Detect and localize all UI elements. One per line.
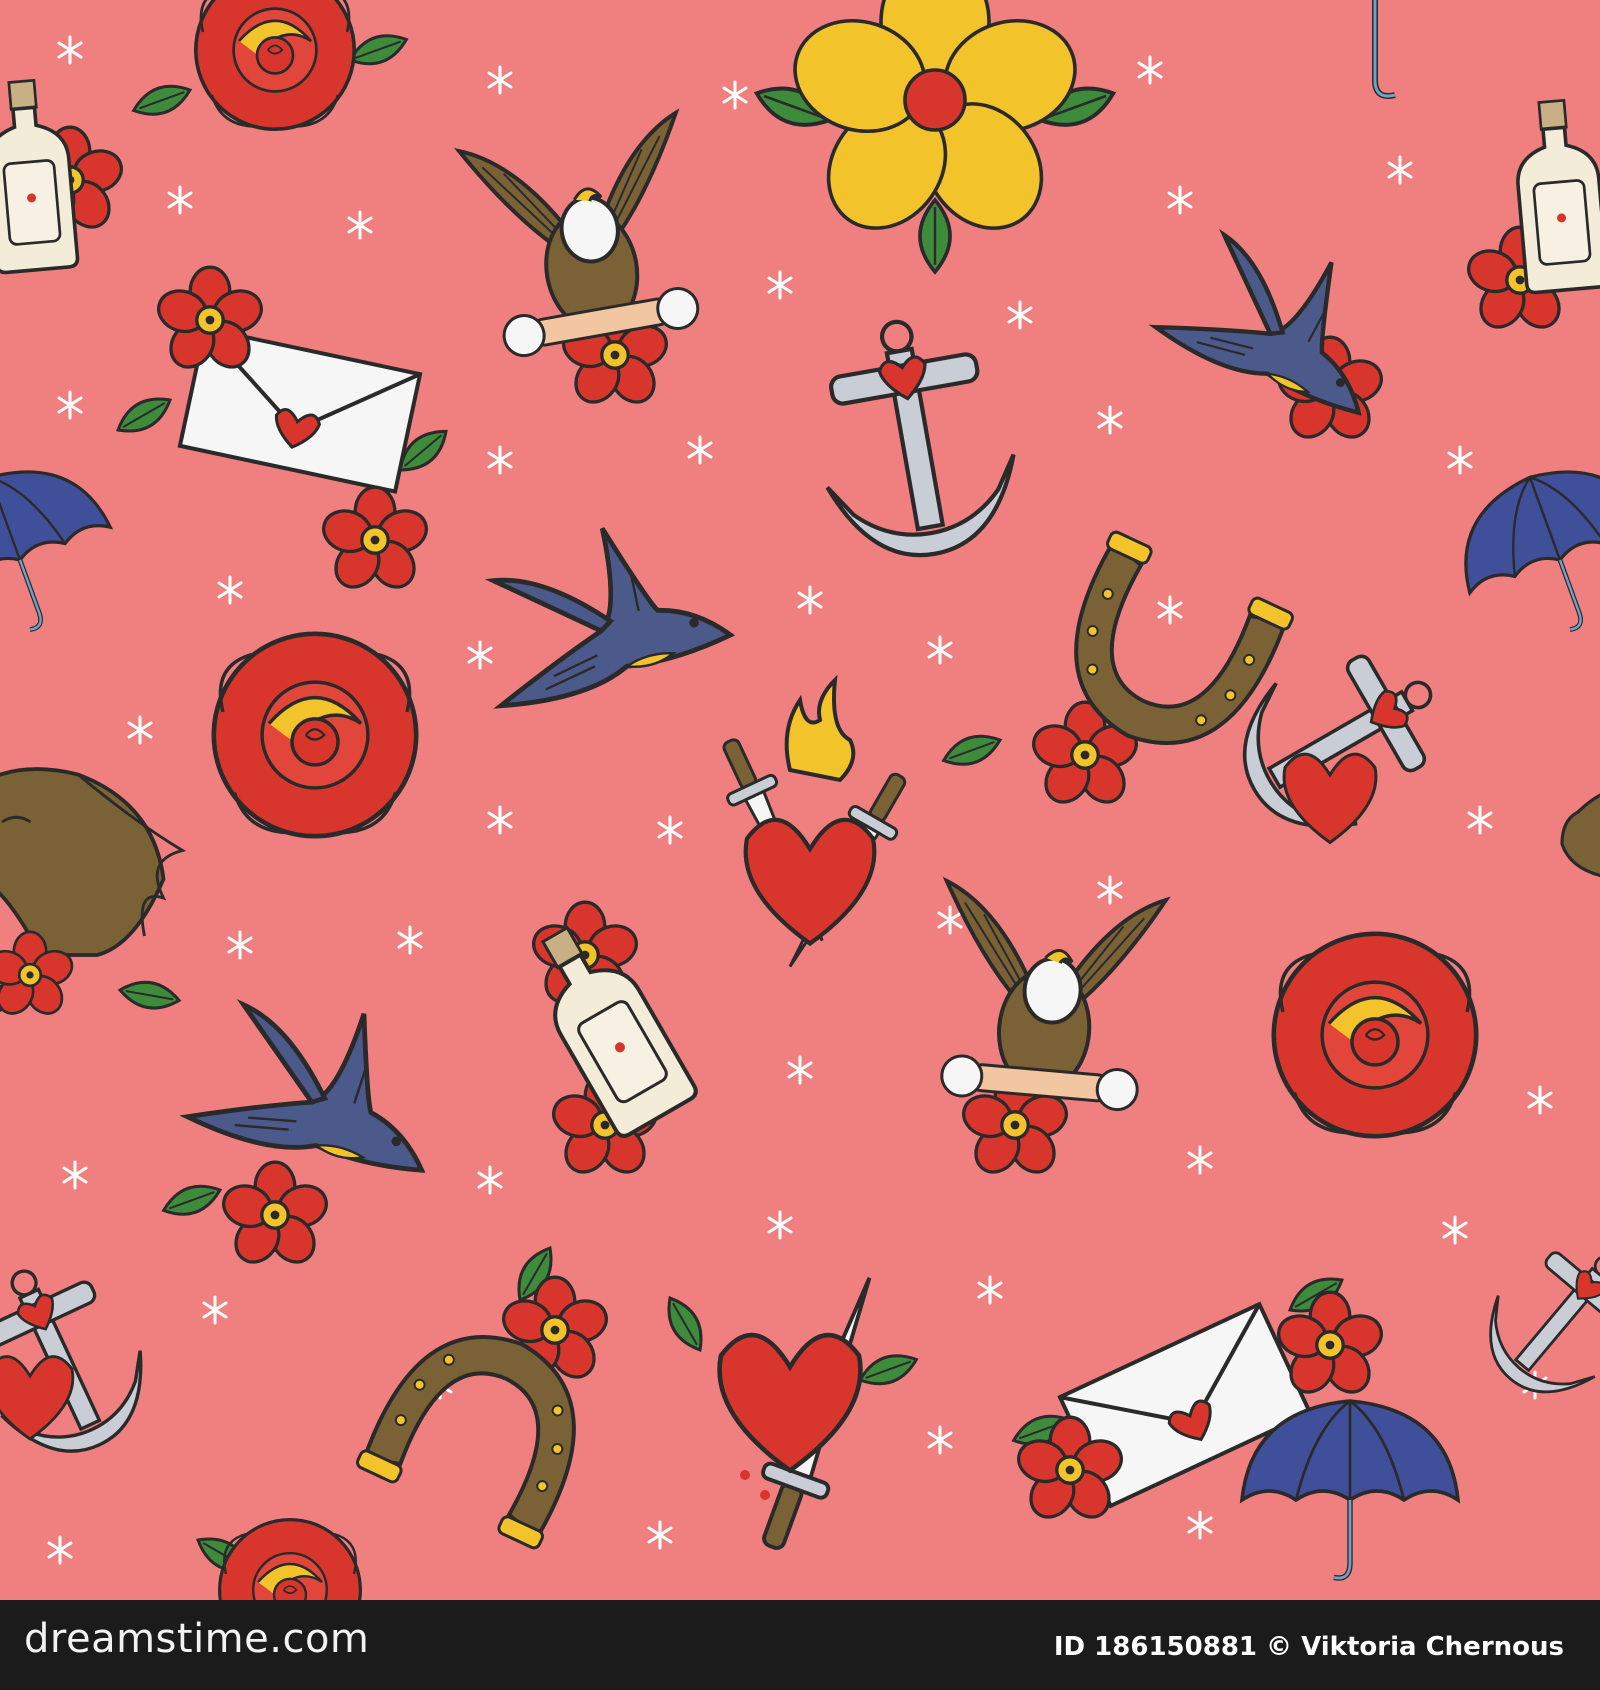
bottle-message-motif	[0, 76, 80, 275]
yellow-flower-motif	[749, 0, 1121, 274]
flaming-heart-motif	[704, 674, 925, 982]
umbrella-motif	[0, 444, 134, 658]
rose-motif	[214, 634, 416, 836]
rose-motif	[127, 0, 413, 131]
umbrella-motif	[1242, 1401, 1458, 1578]
horse-head-motif	[1560, 781, 1600, 942]
swallow-motif	[456, 500, 731, 719]
umbrella-motif	[1372, 0, 1396, 99]
horse-head-motif	[0, 767, 185, 1024]
bottle-message-motif	[1509, 96, 1600, 295]
horseshoe-motif	[937, 528, 1297, 813]
eagle-motif	[457, 110, 715, 413]
anchor-motif	[801, 306, 1028, 570]
swallow-motif	[157, 987, 446, 1273]
rose-motif	[190, 1517, 362, 1600]
heart-dagger-motif	[657, 1264, 923, 1561]
anchor-motif	[1460, 1216, 1600, 1421]
tattoo-pattern-illustration	[0, 0, 1600, 1600]
eagle-motif	[926, 878, 1168, 1183]
horseshoe-motif	[353, 1240, 615, 1552]
rose-motif	[1274, 934, 1476, 1136]
swallow-motif	[1151, 213, 1404, 448]
brand-watermark[interactable]: dreamstime.com	[24, 1616, 369, 1662]
footer-bar: dreamstime.com ID 186150881 © Viktoria C…	[0, 1600, 1600, 1690]
image-credit: ID 186150881 © Viktoria Chernous	[1053, 1632, 1564, 1662]
umbrella-motif	[1440, 444, 1600, 658]
envelope-motif	[110, 265, 456, 598]
anchor-motif	[0, 1238, 171, 1479]
bottle-message-motif	[514, 900, 701, 1183]
